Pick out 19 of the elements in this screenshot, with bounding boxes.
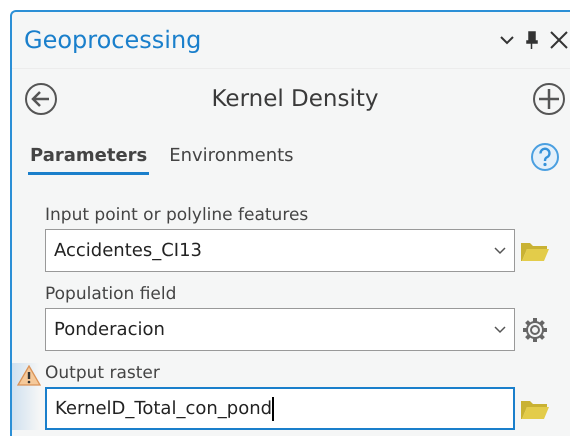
dropdown-field[interactable]: Accidentes_CI13: [45, 229, 515, 272]
pin-icon[interactable]: [526, 31, 538, 49]
settings-icon[interactable]: [521, 316, 549, 344]
tab[interactable]: Environments: [167, 139, 296, 175]
dropdown-field[interactable]: Ponderacion: [45, 308, 515, 351]
add-icon[interactable]: [532, 82, 566, 116]
chevron-down-icon: [494, 246, 506, 254]
chevron-down-icon: [494, 326, 506, 334]
help-icon[interactable]: [530, 142, 560, 172]
panel-title: Geoprocessing: [24, 26, 202, 54]
close-icon[interactable]: [550, 31, 568, 49]
field-label: Input point or polyline features: [45, 205, 310, 227]
back-icon[interactable]: [24, 82, 58, 116]
tab[interactable]: Parameters: [28, 139, 150, 175]
field-label: Population field: [45, 284, 178, 306]
field-label: Output raster: [45, 363, 161, 385]
tool-title: Kernel Density: [210, 86, 380, 112]
input-field[interactable]: KernelD_Total_con_pond: [45, 387, 515, 430]
chevron-down-icon[interactable]: [500, 35, 514, 45]
